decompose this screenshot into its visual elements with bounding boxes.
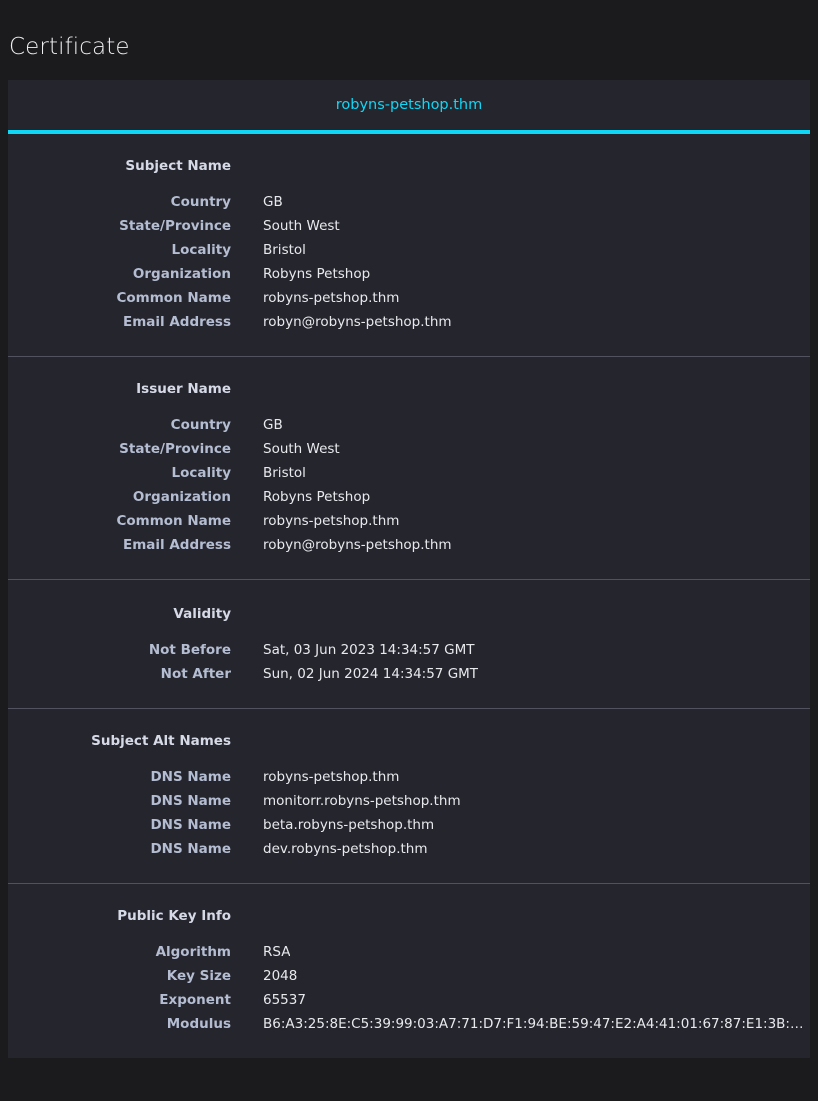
row-label: Not Before	[148, 642, 231, 659]
tab-label: robyns-petshop.thm	[335, 97, 483, 114]
certificate-details: Subject Name Country GB State/Province S…	[8, 134, 810, 1059]
detail-row: Key Size 2048	[8, 964, 810, 988]
row-label: Organization	[132, 489, 231, 506]
detail-row: DNS Name robyns-petshop.thm	[8, 765, 810, 789]
detail-row: DNS Name beta.robyns-petshop.thm	[8, 813, 810, 837]
section-subject-name: Subject Name Country GB State/Province S…	[8, 134, 810, 358]
section-heading: Public Key Info	[117, 908, 231, 925]
tab-robyns-petshop-thm[interactable]: robyns-petshop.thm	[8, 80, 810, 130]
row-value: Bristol	[263, 465, 306, 482]
detail-row: State/Province South West	[8, 214, 810, 238]
detail-row: Locality Bristol	[8, 461, 810, 485]
detail-row: Algorithm RSA	[8, 940, 810, 964]
row-value: Bristol	[263, 242, 306, 259]
detail-row: Organization Robyns Petshop	[8, 485, 810, 509]
row-label: Locality	[171, 465, 232, 482]
row-value: monitorr.robyns-petshop.thm	[263, 793, 461, 810]
row-value[interactable]: B6:A3:25:8E:C5:39:99:03:A7:71:D7:F1:94:B…	[231, 1012, 803, 1036]
certificate-card: robyns-petshop.thm Subject Name Country …	[8, 80, 810, 1059]
row-label: Email Address	[122, 537, 231, 554]
detail-row: DNS Name monitorr.robyns-petshop.thm	[8, 789, 810, 813]
row-label: DNS Name	[150, 769, 231, 786]
row-label: Locality	[171, 242, 232, 259]
detail-row: Modulus B6:A3:25:8E:C5:39:99:03:A7:71:D7…	[8, 1012, 810, 1036]
section-heading: Subject Name	[125, 158, 231, 175]
row-label: Not After	[160, 666, 231, 683]
row-value: GB	[263, 194, 283, 211]
row-label: Country	[170, 194, 231, 211]
row-label: State/Province	[119, 218, 231, 235]
row-value: robyn@robyns-petshop.thm	[263, 537, 452, 554]
section-heading: Issuer Name	[136, 381, 231, 398]
row-label: Email Address	[122, 314, 231, 331]
row-label: Country	[170, 417, 231, 434]
row-label: DNS Name	[150, 817, 231, 834]
detail-row: Common Name robyns-petshop.thm	[8, 286, 810, 310]
section-subject-alt-names: Subject Alt Names DNS Name robyns-petsho…	[8, 709, 810, 885]
row-value: South West	[263, 218, 340, 235]
certificate-tab-strip: robyns-petshop.thm	[8, 80, 810, 135]
row-label: DNS Name	[150, 841, 231, 858]
row-value: GB	[263, 417, 283, 434]
row-value: dev.robyns-petshop.thm	[263, 841, 428, 858]
row-value: robyn@robyns-petshop.thm	[263, 314, 452, 331]
section-heading: Subject Alt Names	[91, 733, 231, 750]
detail-row: State/Province South West	[8, 437, 810, 461]
row-value: 65537	[263, 992, 306, 1009]
row-label: DNS Name	[150, 793, 231, 810]
section-heading: Validity	[173, 606, 231, 623]
detail-row: Country GB	[8, 190, 810, 214]
detail-row: Exponent 65537	[8, 988, 810, 1012]
detail-row: Locality Bristol	[8, 238, 810, 262]
row-value: Robyns Petshop	[263, 489, 371, 506]
section-public-key-info: Public Key Info Algorithm RSA Key Size 2…	[8, 884, 810, 1058]
detail-row: Not Before Sat, 03 Jun 2023 14:34:57 GMT	[8, 638, 810, 662]
row-label: Common Name	[116, 513, 231, 530]
row-value: RSA	[263, 944, 291, 961]
detail-row: Organization Robyns Petshop	[8, 262, 810, 286]
row-value: 2048	[263, 968, 298, 985]
page-title: Certificate	[9, 34, 130, 61]
row-value: Robyns Petshop	[263, 266, 371, 283]
row-value: robyns-petshop.thm	[263, 513, 400, 530]
row-label: Algorithm	[155, 944, 231, 961]
certificate-viewer-page: Certificate robyns-petshop.thm Subject N…	[0, 15, 818, 1059]
row-label: State/Province	[119, 441, 231, 458]
section-validity: Validity Not Before Sat, 03 Jun 2023 14:…	[8, 580, 810, 710]
detail-row: Email Address robyn@robyns-petshop.thm	[8, 310, 810, 334]
section-issuer-name: Issuer Name Country GB State/Province So…	[8, 357, 810, 581]
row-label: Common Name	[116, 290, 231, 307]
detail-row: Not After Sun, 02 Jun 2024 14:34:57 GMT	[8, 662, 810, 686]
detail-row: Common Name robyns-petshop.thm	[8, 509, 810, 533]
detail-row: Email Address robyn@robyns-petshop.thm	[8, 533, 810, 557]
row-label: Exponent	[159, 992, 231, 1009]
row-label: Organization	[132, 266, 231, 283]
row-value: Sun, 02 Jun 2024 14:34:57 GMT	[263, 666, 479, 683]
detail-row: DNS Name dev.robyns-petshop.thm	[8, 837, 810, 861]
row-value: robyns-petshop.thm	[263, 769, 400, 786]
row-label: Modulus	[166, 1016, 231, 1033]
row-label: Key Size	[166, 968, 231, 985]
row-value: beta.robyns-petshop.thm	[263, 817, 435, 834]
row-value: robyns-petshop.thm	[263, 290, 400, 307]
detail-row: Country GB	[8, 413, 810, 437]
row-value: Sat, 03 Jun 2023 14:34:57 GMT	[263, 642, 475, 659]
row-value: South West	[263, 441, 340, 458]
